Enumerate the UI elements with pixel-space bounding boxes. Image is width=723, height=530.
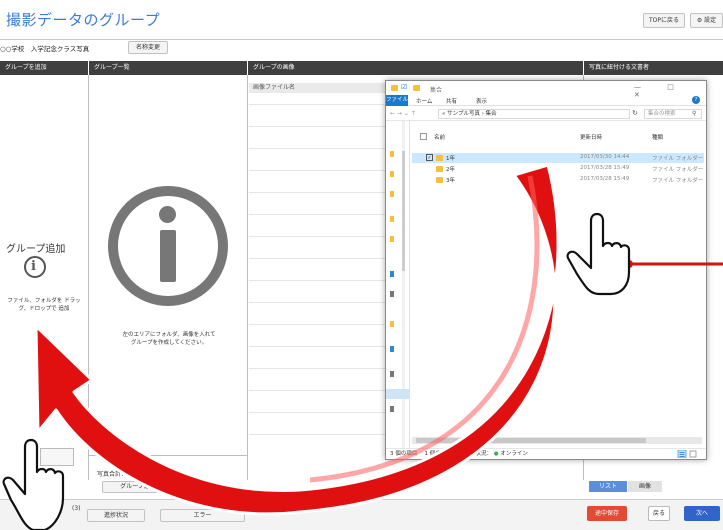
column-type[interactable]: 種類	[652, 133, 663, 141]
status-online: オンライン	[500, 451, 528, 457]
page-title: 撮影データのグループ	[6, 11, 161, 29]
divider	[89, 455, 247, 456]
list-item[interactable]: ✓ 1年 2017/03/30 14:44 ファイル フォルダー	[412, 153, 704, 163]
file-modified: 2017/03/28 15:49	[580, 165, 630, 171]
ribbon-tab-view[interactable]: 表示	[476, 97, 487, 105]
list-view-button[interactable]: リスト	[589, 481, 627, 492]
column-divider	[247, 75, 248, 480]
file-type: ファイル フォルダー	[652, 156, 704, 162]
photo-total-label: 写真合計	[97, 471, 122, 478]
rename-button[interactable]: 名称変更	[128, 41, 168, 54]
school-name: ○○学校 入学記念クラス写真	[0, 45, 90, 53]
scrollbar-thumb[interactable]	[416, 438, 646, 443]
file-explorer-window[interactable]: ☑ 集合 — □ ✕ ファイル ホーム 共有 表示 ? ← → ⌄ ↑ « サン…	[385, 80, 707, 460]
description-line: グループを作成してください。	[130, 340, 208, 346]
help-icon[interactable]: ?	[692, 96, 700, 104]
image-view-button[interactable]: 画像	[628, 481, 662, 492]
top-button[interactable]: TOPに戻る	[643, 13, 685, 28]
gear-icon: ⚙	[696, 17, 703, 24]
refresh-icon[interactable]: ↻	[632, 109, 638, 117]
step-indicator: (3)	[72, 505, 81, 512]
progress-button[interactable]: 進捗状況	[87, 509, 145, 522]
group-add-button[interactable]: グループ追加	[102, 481, 174, 493]
file-type: ファイル フォルダー	[652, 167, 704, 173]
left-step-box	[40, 448, 74, 466]
explorer-ribbon: ファイル ホーム 共有 表示 ?	[386, 95, 706, 106]
online-icon: ●	[493, 451, 499, 457]
nav-pane-selected-item[interactable]	[386, 389, 410, 399]
view-mode-icons[interactable]	[676, 450, 700, 458]
file-name: 2年	[446, 167, 455, 173]
file-modified: 2017/03/28 15:49	[580, 176, 630, 182]
explorer-status-bar: 3 個の項目 1 個の項目を選択 状況： ● オンライン	[386, 448, 706, 459]
folder-icon	[436, 177, 443, 183]
group-add-title: グループ追加	[6, 244, 66, 255]
list-item[interactable]: 2年 2017/03/28 15:49 ファイル フォルダー	[412, 164, 704, 174]
group-add-description: ファイル、フォルダを ドラッグ、ドロップで 追加	[7, 298, 81, 312]
folder-icon	[391, 85, 398, 91]
checkbox-icon: ☑	[401, 83, 408, 91]
explorer-titlebar[interactable]: ☑ 集合 — □ ✕	[386, 81, 706, 99]
info-icon-bar	[160, 230, 176, 282]
status-items: 3 個の項目	[390, 451, 418, 457]
explorer-title: 集合	[430, 87, 443, 94]
image-filename-header: 画像ファイル名	[249, 83, 389, 93]
photo-total-value: 0枚	[128, 471, 139, 478]
column-divider	[88, 75, 89, 480]
ribbon-tab-home[interactable]: ホーム	[416, 97, 432, 105]
column-modified[interactable]: 更新日時	[580, 133, 602, 141]
folder-icon	[436, 166, 443, 172]
search-icon: ⚲	[692, 110, 697, 117]
list-item[interactable]: 3年 2017/03/28 15:49 ファイル フォルダー	[412, 175, 704, 185]
folder-icon	[413, 85, 420, 91]
group-list-description: 左のエリアにフォルダ、画像を入れて グループを作成してください。	[96, 331, 242, 347]
header-divider	[0, 39, 723, 40]
address-bar: ← → ⌄ ↑ « サンプル写真 › 集合 ↻ 集合の検索 ⚲	[386, 107, 706, 121]
info-icon-dot	[159, 206, 176, 223]
settings-button[interactable]: ⚙ 設定	[690, 13, 723, 28]
column-header-group-list: グループ一覧	[89, 61, 247, 75]
error-button[interactable]: エラー	[160, 509, 245, 522]
column-header-group-images: グループの画像	[248, 61, 583, 75]
column-header-add-group: グループを追加	[0, 61, 88, 75]
select-all-checkbox[interactable]	[420, 133, 427, 140]
folder-icon	[436, 155, 443, 161]
column-name[interactable]: 名前	[434, 133, 445, 141]
ribbon-tab-file[interactable]: ファイル	[386, 95, 408, 106]
file-name: 1年	[446, 156, 455, 162]
save-draft-button[interactable]: 途中保存	[587, 506, 627, 521]
file-modified: 2017/03/30 14:44	[580, 154, 630, 160]
back-button[interactable]: 戻る	[648, 506, 670, 521]
info-icon-glyph: i	[31, 259, 36, 274]
status-selected: 1 個の項目を選択	[424, 451, 469, 457]
ribbon-tab-share[interactable]: 共有	[446, 97, 457, 105]
file-list-header: 名前 更新日時 種類	[412, 132, 704, 144]
status-state: 状況	[475, 451, 487, 457]
path-field[interactable]: « サンプル写真 › 集合	[438, 109, 630, 119]
checkbox-checked-icon[interactable]: ✓	[426, 154, 433, 161]
description-line: 左のエリアにフォルダ、画像を入れて	[122, 332, 216, 338]
nav-arrows-icon[interactable]: ← → ⌄ ↑	[390, 110, 416, 117]
photo-total: 写真合計： 0枚	[97, 471, 139, 478]
next-button[interactable]: 次へ	[684, 506, 720, 521]
column-header-linked-docs: 写真に紐付ける文書者	[584, 61, 723, 75]
file-type: ファイル フォルダー	[652, 178, 704, 184]
file-name: 3年	[446, 178, 455, 184]
settings-label: 設定	[704, 17, 717, 24]
